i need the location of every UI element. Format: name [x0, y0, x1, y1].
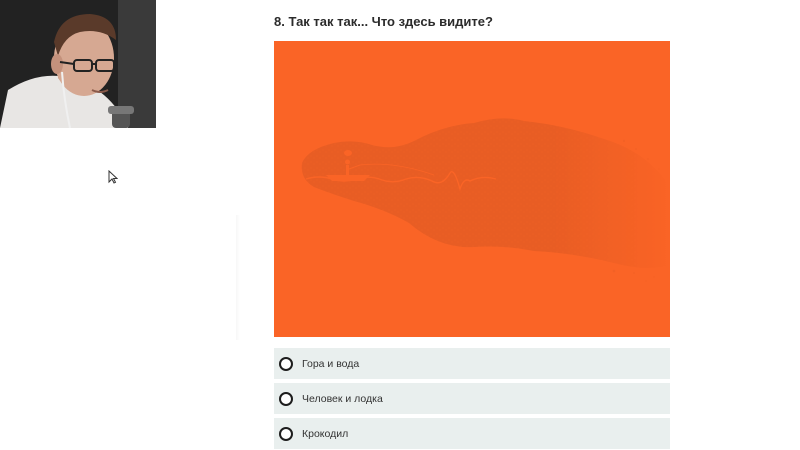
- webcam-person-icon: [0, 0, 156, 128]
- answer-option-3[interactable]: Крокодил: [274, 418, 670, 449]
- crocodile-head-with-boat-icon: [274, 41, 670, 337]
- mouse-pointer-icon: [108, 169, 119, 189]
- webcam-overlay: [0, 0, 156, 128]
- answer-option-label: Человек и лодка: [302, 392, 383, 405]
- radio-button-icon[interactable]: [279, 356, 293, 371]
- radio-button-icon[interactable]: [279, 426, 293, 441]
- edge-shadow: [236, 215, 240, 340]
- answer-option-label: Крокодил: [302, 427, 349, 440]
- question-title: 8. Так так так... Что здесь видите?: [274, 14, 493, 29]
- question-illustration: [274, 41, 670, 337]
- answer-option-1[interactable]: Гора и вода: [274, 348, 670, 379]
- answer-option-label: Гора и вода: [302, 357, 360, 370]
- answer-option-2[interactable]: Человек и лодка: [274, 383, 670, 414]
- radio-button-icon[interactable]: [279, 391, 293, 406]
